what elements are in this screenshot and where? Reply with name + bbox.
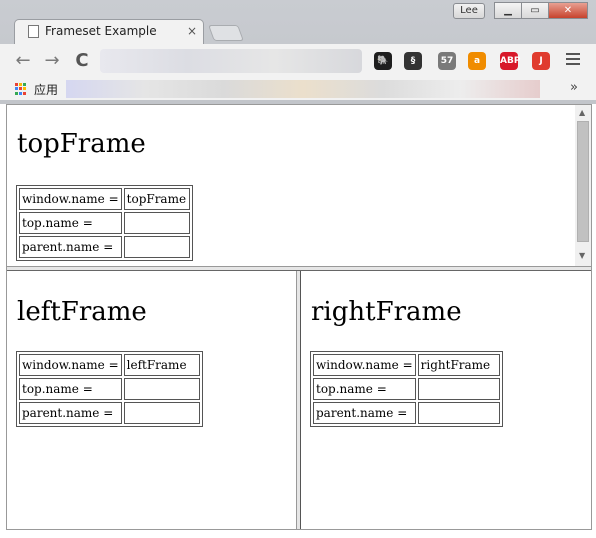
- table-row: parent.name =: [19, 402, 200, 424]
- top-name-label: top.name =: [19, 212, 122, 234]
- left-frame-name-table: window.name = leftFrame top.name = paren…: [16, 351, 203, 427]
- window-name-value: topFrame: [123, 188, 190, 210]
- close-window-button[interactable]: ✕: [548, 2, 588, 19]
- bookmarks-overflow-icon[interactable]: »: [570, 80, 578, 95]
- scroll-up-icon[interactable]: ▲: [579, 108, 585, 117]
- top-name-value: [417, 378, 500, 400]
- table-row: top.name =: [19, 212, 190, 234]
- top-frame-name-table: window.name = topFrame top.name = parent…: [16, 185, 193, 261]
- top-name-label: top.name =: [19, 378, 122, 400]
- frameset: topFrame window.name = topFrame top.name…: [6, 104, 592, 530]
- parent-name-value: [123, 402, 200, 424]
- apps-icon[interactable]: [15, 83, 27, 95]
- scroll-down-icon[interactable]: ▼: [579, 251, 585, 260]
- parent-name-label: parent.name =: [19, 236, 122, 258]
- address-bar[interactable]: [100, 49, 362, 73]
- mail-checker-icon[interactable]: 57: [438, 52, 456, 70]
- page-icon: [28, 25, 39, 38]
- top-name-value: [123, 212, 190, 234]
- window-name-value: leftFrame: [123, 354, 200, 376]
- bookmarks-bar: 应用 »: [0, 78, 596, 100]
- table-row: parent.name =: [19, 236, 190, 258]
- scroll-thumb[interactable]: [577, 121, 589, 242]
- right-frame-heading: rightFrame: [311, 297, 462, 327]
- left-frame-heading: leftFrame: [17, 297, 147, 327]
- tab-close-icon[interactable]: ×: [187, 24, 197, 38]
- forward-arrow-icon[interactable]: →: [41, 50, 63, 71]
- window-name-label: window.name =: [19, 354, 122, 376]
- table-row: window.name = topFrame: [19, 188, 190, 210]
- window-controls: ▁ ▭ ✕: [494, 2, 588, 20]
- left-frame: leftFrame window.name = leftFrame top.na…: [7, 271, 296, 529]
- toolbar: ← → C 🐘 § 57 a ABP J: [0, 44, 596, 78]
- top-frame-scrollbar[interactable]: ▲ ▼: [575, 105, 591, 266]
- amazon-icon[interactable]: a: [468, 52, 486, 70]
- top-name-value: [123, 378, 200, 400]
- table-row: window.name = rightFrame: [313, 354, 500, 376]
- table-row: window.name = leftFrame: [19, 354, 200, 376]
- maximize-button[interactable]: ▭: [521, 2, 549, 19]
- red-extension-icon[interactable]: J: [532, 52, 550, 70]
- window-name-label: window.name =: [313, 354, 416, 376]
- right-frame-name-table: window.name = rightFrame top.name = pare…: [310, 351, 503, 427]
- reload-icon[interactable]: C: [71, 50, 93, 71]
- tab-frameset-example[interactable]: Frameset Example ×: [14, 19, 204, 44]
- right-frame: rightFrame window.name = rightFrame top.…: [301, 271, 591, 529]
- parent-name-value: [417, 402, 500, 424]
- top-frame-heading: topFrame: [17, 129, 146, 159]
- tab-title: Frameset Example: [45, 24, 157, 38]
- minimize-button[interactable]: ▁: [494, 2, 522, 19]
- adblock-plus-icon[interactable]: ABP: [500, 52, 520, 70]
- table-row: top.name =: [313, 378, 500, 400]
- parent-name-label: parent.name =: [313, 402, 416, 424]
- apps-shortcut[interactable]: 应用: [34, 81, 58, 98]
- back-arrow-icon[interactable]: ←: [12, 50, 34, 71]
- top-frame: topFrame window.name = topFrame top.name…: [7, 105, 591, 266]
- window-name-label: window.name =: [19, 188, 122, 210]
- menu-icon[interactable]: [566, 53, 580, 67]
- evernote-icon[interactable]: 🐘: [374, 52, 392, 70]
- browser-chrome: Lee ▁ ▭ ✕ Frameset Example × ← → C 🐘 § 57 a…: [0, 0, 596, 104]
- bookmark-items-obscured: [66, 80, 540, 98]
- new-tab-button[interactable]: [208, 25, 244, 41]
- parent-name-value: [123, 236, 190, 258]
- parent-name-label: parent.name =: [19, 402, 122, 424]
- gesture-icon[interactable]: §: [404, 52, 422, 70]
- profile-button[interactable]: Lee: [453, 3, 485, 19]
- window-name-value: rightFrame: [417, 354, 500, 376]
- table-row: parent.name =: [313, 402, 500, 424]
- table-row: top.name =: [19, 378, 200, 400]
- top-name-label: top.name =: [313, 378, 416, 400]
